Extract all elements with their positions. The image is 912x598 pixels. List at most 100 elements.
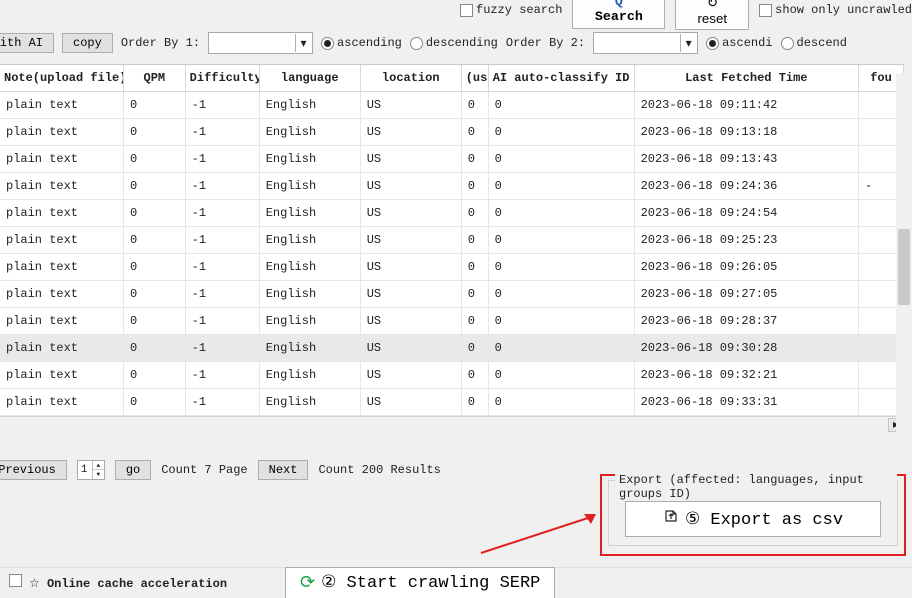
start-crawling-button[interactable]: ⟳ ② Start crawling SERP <box>285 567 555 598</box>
copy-button[interactable]: copy <box>62 33 113 53</box>
go-button[interactable]: go <box>115 460 151 480</box>
table-cell: US <box>360 119 461 146</box>
table-cell: plain text <box>0 362 123 389</box>
star-icon: ☆ <box>29 576 40 591</box>
radio-checked-icon <box>706 37 719 50</box>
table-row[interactable]: plain text0-1EnglishUS002023-06-18 09:11… <box>0 92 904 119</box>
column-header[interactable]: Difficulty <box>185 65 259 92</box>
page-count-label: Count 7 Page <box>161 463 247 477</box>
column-header[interactable]: language <box>259 65 360 92</box>
table-cell: plain text <box>0 308 123 335</box>
table-cell: -1 <box>185 281 259 308</box>
column-header[interactable]: QPM <box>123 65 185 92</box>
start-crawling-label: ② Start crawling SERP <box>321 572 540 593</box>
table-cell: 0 <box>123 389 185 416</box>
table-row[interactable]: plain text0-1EnglishUS002023-06-18 09:24… <box>0 200 904 227</box>
table-cell: 0 <box>123 92 185 119</box>
table-cell: 0 <box>461 281 488 308</box>
order2-descending-radio[interactable]: descend <box>781 36 847 50</box>
table-row[interactable]: plain text0-1EnglishUS002023-06-18 09:13… <box>0 119 904 146</box>
table-row[interactable]: plain text0-1EnglishUS002023-06-18 09:32… <box>0 362 904 389</box>
table-row[interactable]: plain text0-1EnglishUS002023-06-18 09:13… <box>0 146 904 173</box>
table-cell: 0 <box>488 146 634 173</box>
page-number-value: 1 <box>81 464 88 476</box>
reset-icon: ↻ <box>707 0 718 11</box>
table-cell: 2023-06-18 09:30:28 <box>634 335 858 362</box>
column-header[interactable]: (us <box>461 65 488 92</box>
scroll-thumb[interactable] <box>898 229 910 305</box>
horizontal-scrollbar[interactable]: ▸ <box>0 416 904 432</box>
table-cell: 0 <box>461 200 488 227</box>
table-cell: 0 <box>461 227 488 254</box>
show-uncrawled-checkbox[interactable]: show only uncrawled <box>759 3 912 17</box>
table-row[interactable]: plain text0-1EnglishUS002023-06-18 09:33… <box>0 389 904 416</box>
table-cell: English <box>259 308 360 335</box>
order-by-1-label: Order By 1: <box>121 36 200 50</box>
refresh-icon: ⟳ <box>300 572 315 594</box>
order2-ascending-radio[interactable]: ascendi <box>706 36 772 50</box>
column-header[interactable]: location <box>360 65 461 92</box>
table-cell: US <box>360 281 461 308</box>
export-as-csv-button[interactable]: ⑤ Export as csv <box>625 501 881 537</box>
table-cell: 0 <box>488 335 634 362</box>
order-by-2-select[interactable]: ▾ <box>593 32 698 54</box>
table-cell: 0 <box>488 173 634 200</box>
table-cell: English <box>259 227 360 254</box>
descending-label: descending <box>426 36 498 50</box>
export-legend: Export (affected: languages, input group… <box>615 473 897 501</box>
table-row[interactable]: plain text0-1EnglishUS002023-06-18 09:26… <box>0 254 904 281</box>
table-cell: US <box>360 362 461 389</box>
table-cell: US <box>360 146 461 173</box>
order1-descending-radio[interactable]: descending <box>410 36 498 50</box>
radio-checked-icon <box>321 37 334 50</box>
fuzzy-search-checkbox[interactable]: fuzzy search <box>460 3 562 17</box>
order-by-2-label: Order By 2: <box>506 36 585 50</box>
table-cell: -1 <box>185 335 259 362</box>
table-cell: US <box>360 173 461 200</box>
export-annotation-highlight: Export (affected: languages, input group… <box>600 474 906 556</box>
table-cell: US <box>360 254 461 281</box>
table-cell: plain text <box>0 254 123 281</box>
table-row[interactable]: plain text0-1EnglishUS002023-06-18 09:25… <box>0 227 904 254</box>
table-cell: 0 <box>123 362 185 389</box>
page-number-input[interactable]: 1 ▲▼ <box>77 460 105 480</box>
table-row[interactable]: plain text0-1EnglishUS002023-06-18 09:30… <box>0 335 904 362</box>
file-with-ai-button[interactable]: le with AI <box>0 33 54 53</box>
table-cell: English <box>259 146 360 173</box>
search-button[interactable]: Q Search <box>572 0 665 29</box>
table-cell: 0 <box>488 281 634 308</box>
vertical-scrollbar[interactable] <box>896 73 912 459</box>
next-button[interactable]: Next <box>258 460 309 480</box>
fuzzy-search-label: fuzzy search <box>476 3 562 17</box>
spinner-icon[interactable]: ▲▼ <box>92 461 104 479</box>
online-cache-checkbox[interactable]: ☆ Online cache acceleration <box>9 574 227 591</box>
online-cache-label: Online cache acceleration <box>47 577 227 591</box>
table-cell: 0 <box>123 200 185 227</box>
table-cell: 0 <box>461 173 488 200</box>
order1-ascending-radio[interactable]: ascending <box>321 36 402 50</box>
table-cell: plain text <box>0 227 123 254</box>
table-cell: 0 <box>488 254 634 281</box>
radio-icon <box>781 37 794 50</box>
ascending-label: ascending <box>337 36 402 50</box>
order-by-1-select[interactable]: ▾ <box>208 32 313 54</box>
table-cell: 0 <box>461 146 488 173</box>
table-cell: 2023-06-18 09:13:43 <box>634 146 858 173</box>
table-cell: -1 <box>185 254 259 281</box>
table-row[interactable]: plain text0-1EnglishUS002023-06-18 09:24… <box>0 173 904 200</box>
table-cell: 2023-06-18 09:25:23 <box>634 227 858 254</box>
checkbox-icon <box>9 574 22 587</box>
reset-button-label: reset <box>697 11 727 26</box>
table-cell: 0 <box>488 227 634 254</box>
column-header[interactable]: Last Fetched Time <box>634 65 858 92</box>
column-header[interactable]: AI auto-classify ID <box>488 65 634 92</box>
column-header[interactable]: Note(upload file) <box>0 65 123 92</box>
table-cell: 0 <box>488 119 634 146</box>
table-row[interactable]: plain text0-1EnglishUS002023-06-18 09:28… <box>0 308 904 335</box>
table-cell: -1 <box>185 308 259 335</box>
reset-button[interactable]: ↻ reset <box>675 0 749 30</box>
table-row[interactable]: plain text0-1EnglishUS002023-06-18 09:27… <box>0 281 904 308</box>
table-cell: -1 <box>185 227 259 254</box>
previous-button[interactable]: Previous <box>0 460 67 480</box>
table-cell: 0 <box>123 335 185 362</box>
